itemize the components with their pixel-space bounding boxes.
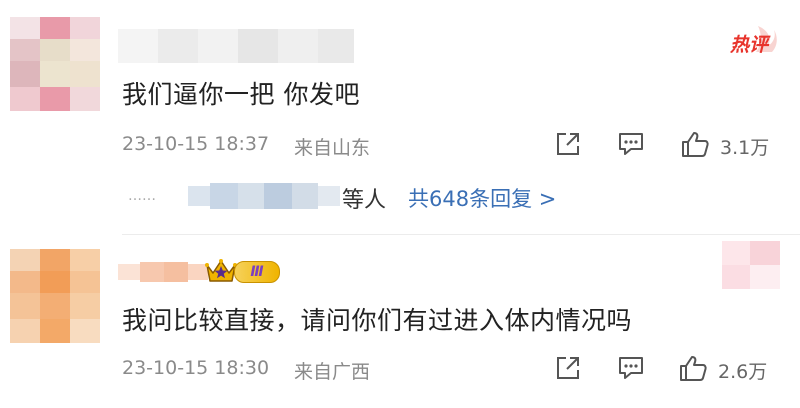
vip-badge[interactable]: Ⅲ bbox=[204, 256, 280, 286]
comment-location: 来自山东 bbox=[294, 137, 371, 159]
replies-row[interactable]: …… 等人 共648条回复 > bbox=[122, 180, 642, 214]
like-button[interactable]: 2.6万 bbox=[678, 354, 788, 384]
comment-text: 我问比较直接，请问你们有过进入体内情况吗 bbox=[122, 306, 633, 335]
reply-usernames-blurred bbox=[188, 183, 340, 209]
share-icon[interactable] bbox=[555, 131, 581, 157]
comment-thumbnail-blurred[interactable] bbox=[722, 241, 780, 289]
hot-comment-badge: 热评 bbox=[728, 22, 778, 58]
hot-comment-label: 热评 bbox=[730, 34, 769, 56]
like-count: 2.6万 bbox=[718, 361, 768, 383]
avatar[interactable] bbox=[10, 17, 100, 111]
avatar[interactable] bbox=[10, 249, 100, 343]
like-button[interactable]: 3.1万 bbox=[680, 130, 780, 160]
comment-location: 来自广西 bbox=[294, 361, 371, 383]
comment-divider bbox=[122, 234, 800, 235]
comment-timestamp: 23-10-15 18:37 bbox=[122, 133, 270, 155]
comment-icon[interactable] bbox=[617, 355, 645, 381]
vip-level: Ⅲ bbox=[234, 261, 280, 283]
share-icon[interactable] bbox=[555, 355, 581, 381]
like-count: 3.1万 bbox=[720, 137, 770, 159]
crown-icon bbox=[204, 256, 238, 290]
thumbs-up-icon bbox=[678, 354, 708, 382]
username[interactable] bbox=[118, 29, 354, 63]
comment-icon[interactable] bbox=[617, 131, 645, 157]
thumbs-up-icon bbox=[680, 130, 710, 158]
replies-dots: …… bbox=[128, 188, 156, 204]
comment-timestamp: 23-10-15 18:30 bbox=[122, 357, 270, 379]
view-replies-link[interactable]: 共648条回复 > bbox=[408, 183, 556, 213]
comment-text: 我们逼你一把 你发吧 bbox=[122, 80, 360, 109]
replies-suffix: 等人 bbox=[342, 188, 387, 213]
username[interactable] bbox=[118, 260, 208, 282]
